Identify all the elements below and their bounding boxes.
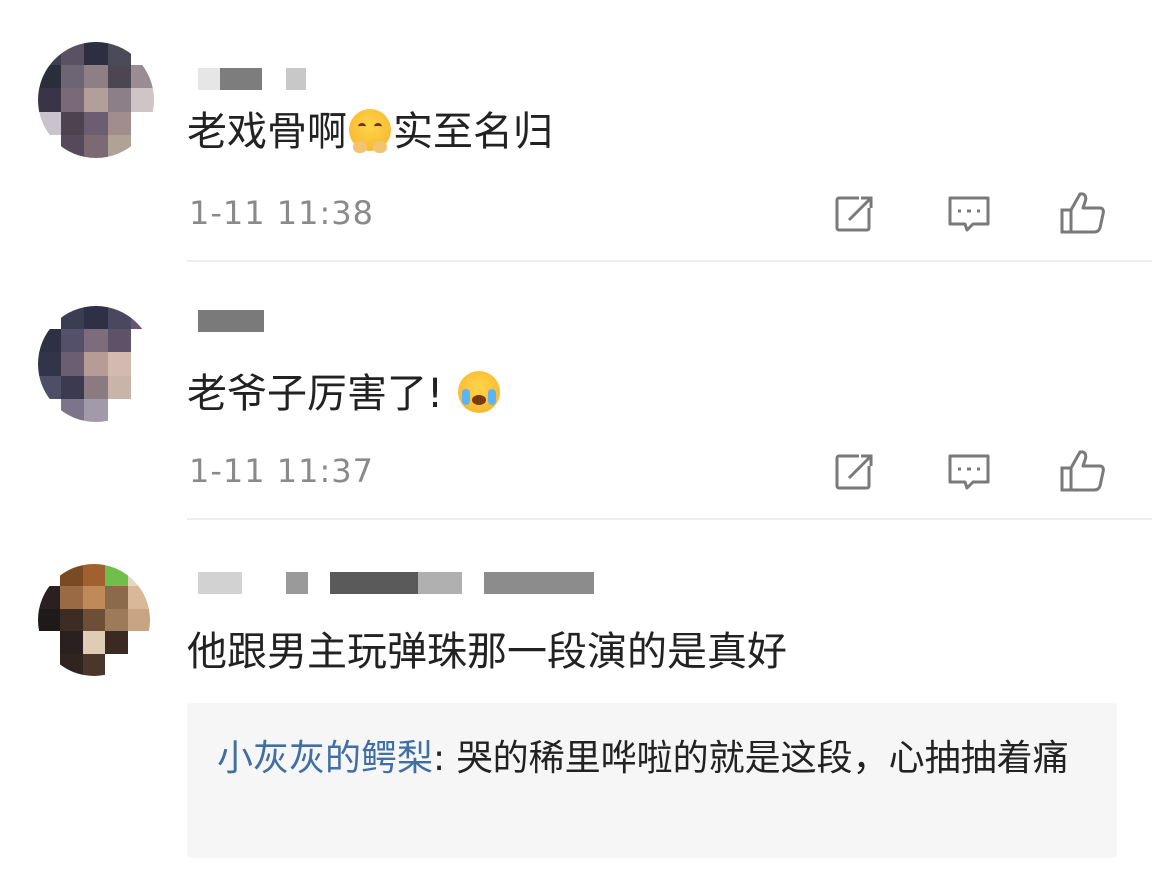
avatar[interactable] — [38, 564, 150, 676]
username-blurred[interactable] — [198, 68, 308, 90]
username-blurred[interactable] — [198, 310, 266, 332]
comment-icon — [948, 454, 990, 490]
thumbs-up-icon — [1060, 192, 1105, 234]
crying-laughing-emoji — [457, 371, 500, 413]
reply-button[interactable] — [947, 450, 991, 494]
avatar[interactable] — [38, 42, 154, 158]
thumbs-up-icon — [1060, 450, 1105, 492]
comment-time: 1-11 11:38 — [189, 194, 375, 232]
reply-text: 小灰灰的鳄梨: 哭的稀里哗啦的就是这段，心抽抽着痛 — [217, 738, 1069, 779]
comment-time: 1-11 11:37 — [189, 452, 375, 490]
share-icon — [835, 452, 875, 490]
comment-text: 他跟男主玩弹珠那一段演的是真好 — [187, 629, 787, 675]
avatar[interactable] — [38, 306, 154, 422]
reply-username[interactable]: 小灰灰的鳄梨 — [217, 738, 433, 779]
share-icon — [835, 194, 875, 232]
comment-icon — [948, 196, 990, 232]
comment-item: 老戏骨啊 实至名归 1-11 11:38 — [0, 0, 1152, 262]
reply-button[interactable] — [947, 192, 991, 236]
share-button[interactable] — [833, 192, 877, 236]
comment-text: 老爷子厉害了! — [187, 368, 502, 420]
reply-quote[interactable]: 小灰灰的鳄梨: 哭的稀里哗啦的就是这段，心抽抽着痛 — [187, 703, 1117, 858]
comment-item: 老爷子厉害了! 1-11 11:37 — [0, 262, 1152, 520]
like-button[interactable] — [1060, 448, 1105, 492]
like-button[interactable] — [1060, 190, 1105, 234]
share-button[interactable] — [833, 450, 877, 494]
username-blurred[interactable] — [198, 572, 598, 594]
comment-text: 老戏骨啊 实至名归 — [187, 109, 553, 155]
comment-item: 他跟男主玩弹珠那一段演的是真好 小灰灰的鳄梨: 哭的稀里哗啦的就是这段，心抽抽着… — [0, 520, 1152, 887]
shy-face-emoji — [349, 109, 391, 153]
